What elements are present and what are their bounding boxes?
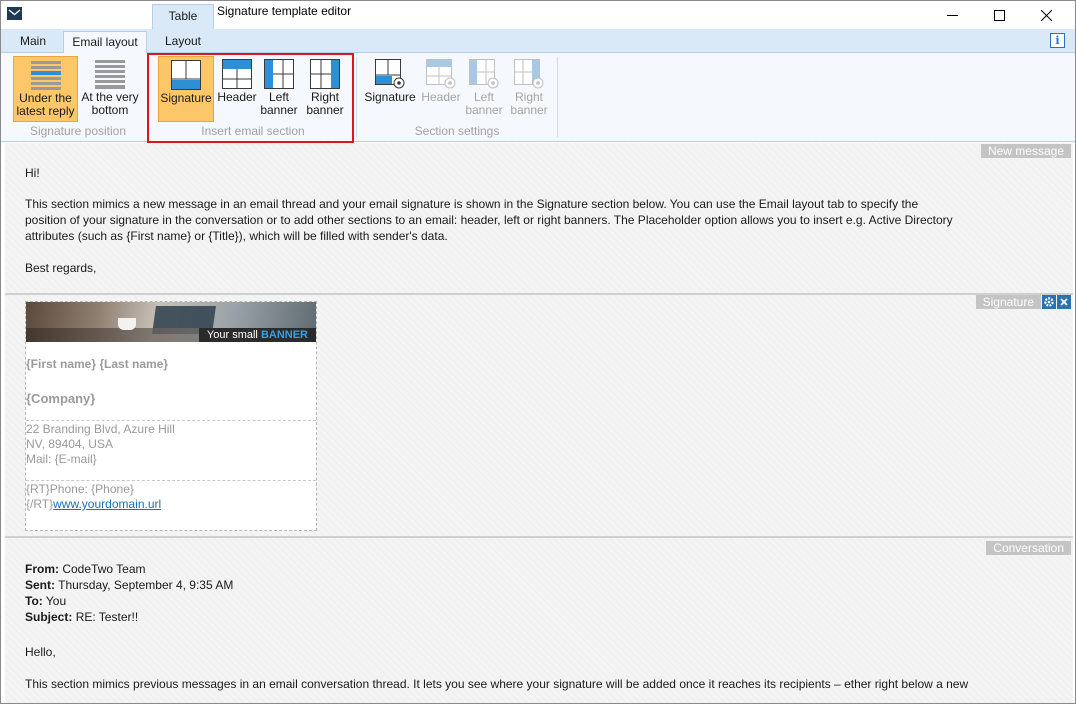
under-latest-reply-button[interactable]: Under the latest reply [13, 56, 78, 122]
tab-layout[interactable]: Layout [154, 31, 212, 54]
minimize-button[interactable] [929, 1, 975, 29]
very-bottom-icon [95, 60, 125, 89]
signature-url-prefix: {/RT} [26, 497, 54, 511]
settings-signature-label: Signature [364, 90, 416, 104]
signature-editor-window: Table Signature template editor Main Ema… [0, 0, 1076, 704]
very-bottom-button[interactable]: At the very bottom [79, 56, 141, 122]
conversation-body-line-1: This section mimics previous messages in… [25, 677, 969, 691]
signature-row-divider [26, 480, 316, 481]
settings-header-label: Header [421, 90, 461, 104]
from-label: From: [25, 562, 59, 576]
new-message-body-line-2: position of your signature in the conver… [25, 213, 953, 227]
close-button[interactable] [1023, 1, 1069, 29]
tab-email-layout[interactable]: Email layout [63, 31, 147, 54]
signature-url-link[interactable]: www.yourdomain.url [53, 497, 161, 511]
signature-name: {First name} {Last name} [26, 357, 169, 371]
conversation-to: To: You [25, 593, 1055, 609]
context-tab-table[interactable]: Table [152, 4, 214, 30]
conversation-subject: Subject: RE: Tester!! [25, 609, 1055, 625]
ribbon-separator [356, 57, 357, 137]
to-value: You [45, 594, 67, 608]
signature-tag: Signature [975, 295, 1041, 309]
highlight-box [147, 53, 354, 143]
remove-signature-button[interactable] [1057, 295, 1071, 309]
banner-text: Your small [206, 329, 258, 341]
signature-address-line-2: NV, 89404, USA [26, 437, 113, 451]
header-settings-icon [426, 59, 456, 89]
banner-highlight: BANNER [260, 329, 308, 341]
settings-right-banner-button[interactable]: Right banner [506, 56, 552, 122]
signature-phone: {RT}Phone: {Phone} [26, 482, 134, 496]
conversation-greeting: Hello, [25, 645, 56, 659]
sent-value: Thursday, September 4, 9:35 AM [58, 578, 234, 592]
right-banner-settings-icon [514, 59, 544, 89]
settings-left-banner-label-2: banner [465, 103, 503, 117]
info-icon[interactable]: i [1050, 33, 1065, 48]
ribbon-separator [557, 57, 558, 137]
maximize-button[interactable] [976, 1, 1022, 29]
conversation-tag: Conversation [986, 541, 1071, 555]
window-title: Signature template editor [217, 4, 352, 18]
email-preview-area[interactable]: New message Hi! This section mimics a ne… [5, 143, 1073, 703]
left-banner-settings-icon [469, 59, 499, 89]
close-icon [1060, 298, 1068, 306]
signature-mail: Mail: {E-mail} [26, 452, 97, 466]
close-icon [1040, 9, 1052, 21]
gear-icon [1044, 297, 1054, 307]
signature-url-line: {/RT}www.yourdomain.url [26, 497, 161, 512]
signature-block[interactable]: Your small BANNER {First name} {Last nam… [25, 301, 317, 531]
sent-label: Sent: [25, 578, 55, 592]
settings-header-button[interactable]: Header [419, 56, 463, 122]
new-message-section[interactable]: New message Hi! This section mimics a ne… [5, 143, 1073, 293]
new-message-greeting: Hi! [25, 166, 40, 180]
subject-label: Subject: [25, 610, 73, 624]
new-message-tag: New message [980, 144, 1071, 158]
minimize-icon [946, 14, 958, 16]
banner-image[interactable]: Your small BANNER [26, 302, 316, 342]
very-bottom-label-2: bottom [91, 103, 129, 117]
ribbon-tabs: Main Email layout Layout i [1, 29, 1075, 54]
signature-position-group-label: Signature position [29, 124, 127, 138]
settings-signature-button[interactable]: Signature [362, 56, 418, 122]
banner-caption: Your small BANNER [198, 328, 316, 342]
signature-company: {Company} [26, 391, 96, 406]
settings-right-banner-label-2: banner [510, 103, 548, 117]
settings-left-banner-button[interactable]: Left banner [463, 56, 505, 122]
under-latest-reply-icon [30, 61, 61, 90]
signature-address-line-1: 22 Branding Blvd, Azure Hill [26, 422, 175, 436]
section-settings-group-label: Section settings [414, 124, 500, 138]
under-latest-reply-label-2: latest reply [16, 104, 75, 118]
banner-cup-shape [118, 318, 136, 330]
signature-settings-gear-button[interactable] [1042, 295, 1056, 309]
tab-main[interactable]: Main [7, 31, 59, 54]
conversation-sent: Sent: Thursday, September 4, 9:35 AM [25, 577, 1055, 593]
mail-app-icon [7, 7, 22, 20]
signature-settings-icon [375, 59, 405, 89]
conversation-from: From: CodeTwo Team [25, 561, 1055, 577]
subject-value: RE: Tester!! [75, 610, 139, 624]
from-value: CodeTwo Team [62, 562, 146, 576]
conversation-section[interactable]: Conversation From: CodeTwo Team Sent: Th… [5, 538, 1073, 703]
new-message-body-line-1: This section mimics a new message in an … [25, 197, 919, 211]
title-bar: Table Signature template editor [1, 1, 1075, 30]
new-message-closing: Best regards, [25, 261, 97, 275]
new-message-body-line-3: attributes (such as {First name} or {Tit… [25, 229, 448, 243]
to-label: To: [25, 594, 43, 608]
signature-row-divider [26, 420, 316, 421]
maximize-icon [993, 9, 1005, 21]
